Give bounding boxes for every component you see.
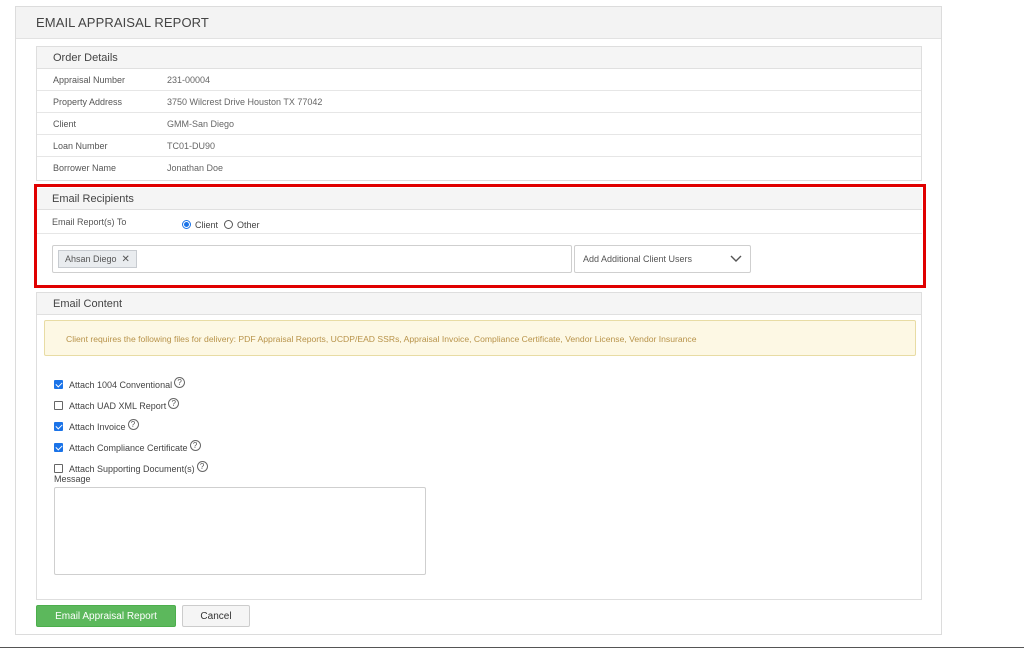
detail-value: Jonathan Doe <box>167 163 224 173</box>
detail-value: GMM-San Diego <box>167 118 235 129</box>
attach-supporting-label: Attach Supporting Document(s) <box>69 463 195 474</box>
bottom-divider <box>0 647 1024 648</box>
page-title: EMAIL APPRAISAL REPORT <box>16 7 941 39</box>
radio-other-label: Other <box>237 219 260 230</box>
attach-1004-checkbox[interactable] <box>54 380 63 389</box>
radio-other-indicator[interactable] <box>224 220 234 229</box>
email-content-title: Email Content <box>37 293 921 315</box>
radio-other[interactable]: Other <box>224 220 260 230</box>
detail-row-property-address: Property Address 3750 Wilcrest Drive Hou… <box>37 91 921 113</box>
detail-value: 231-00004 <box>167 74 211 85</box>
message-label: Message <box>54 474 91 484</box>
radio-client-label: Client <box>195 219 219 230</box>
detail-label: Appraisal Number <box>53 74 126 85</box>
attach-invoice-checkbox[interactable] <box>54 422 63 431</box>
attach-uad-xml-checkbox[interactable] <box>54 401 63 410</box>
email-appraisal-report-button[interactable]: Email Appraisal Report <box>36 605 176 627</box>
detail-value: 3750 Wilcrest Drive Houston TX 77042 <box>167 96 323 107</box>
help-icon[interactable]: ? <box>189 440 201 451</box>
email-content-section: Email Content Client requires the follow… <box>36 292 922 600</box>
attach-invoice-row[interactable]: Attach Invoice ? <box>54 419 139 432</box>
order-details-title: Order Details <box>37 47 921 69</box>
attach-supporting-row[interactable]: Attach Supporting Document(s) ? <box>54 461 208 474</box>
recipient-tag: Ahsan Diego ✕ <box>58 250 137 268</box>
radio-client[interactable]: Client <box>182 220 218 230</box>
radio-client-indicator[interactable] <box>182 220 191 229</box>
email-appraisal-panel: EMAIL APPRAISAL REPORT Order Details App… <box>15 6 942 635</box>
recipients-label: Email Report(s) To <box>52 216 127 227</box>
attach-1004-row[interactable]: Attach 1004 Conventional ? <box>54 377 186 390</box>
detail-value: TC01-DU90 <box>167 140 216 151</box>
add-client-users-dropdown[interactable]: Add Additional Client Users <box>574 245 751 273</box>
help-icon[interactable]: ? <box>127 419 139 430</box>
attach-uad-xml-row[interactable]: Attach UAD XML Report ? <box>54 398 180 411</box>
remove-tag-icon[interactable]: ✕ <box>122 254 130 265</box>
detail-row-client: Client GMM-San Diego <box>37 113 921 135</box>
order-details-section: Order Details Appraisal Number 231-00004… <box>36 46 922 181</box>
detail-label: Borrower Name <box>53 163 117 173</box>
cancel-button[interactable]: Cancel <box>182 605 250 627</box>
detail-label: Client <box>53 118 77 129</box>
attach-compliance-label: Attach Compliance Certificate <box>69 442 188 453</box>
attach-uad-xml-label: Attach UAD XML Report <box>69 400 167 411</box>
detail-row-borrower-name: Borrower Name Jonathan Doe <box>37 157 921 179</box>
delivery-requirements-notice: Client requires the following files for … <box>44 320 916 356</box>
dropdown-placeholder: Add Additional Client Users <box>583 254 693 264</box>
detail-label: Property Address <box>53 96 123 107</box>
help-icon[interactable]: ? <box>168 398 180 409</box>
email-recipients-title: Email Recipients <box>36 188 922 210</box>
attach-invoice-label: Attach Invoice <box>69 421 126 432</box>
attach-compliance-row[interactable]: Attach Compliance Certificate ? <box>54 440 201 453</box>
chevron-down-icon <box>730 255 742 262</box>
recipient-tag-label: Ahsan Diego <box>65 254 117 264</box>
message-textarea[interactable] <box>54 487 426 575</box>
detail-row-loan-number: Loan Number TC01-DU90 <box>37 135 921 157</box>
email-recipients-section: Email Recipients Email Report(s) To Clie… <box>36 188 922 284</box>
detail-row-appraisal-number: Appraisal Number 231-00004 <box>37 69 921 91</box>
detail-label: Loan Number <box>53 140 108 151</box>
help-icon[interactable]: ? <box>196 461 208 472</box>
attach-compliance-checkbox[interactable] <box>54 443 63 452</box>
help-icon[interactable]: ? <box>174 377 186 388</box>
attach-1004-label: Attach 1004 Conventional <box>69 379 173 390</box>
recipients-tag-input[interactable]: Ahsan Diego ✕ <box>52 245 572 273</box>
recipients-row: Email Report(s) To Client Other <box>36 210 922 234</box>
attach-supporting-checkbox[interactable] <box>54 464 63 473</box>
